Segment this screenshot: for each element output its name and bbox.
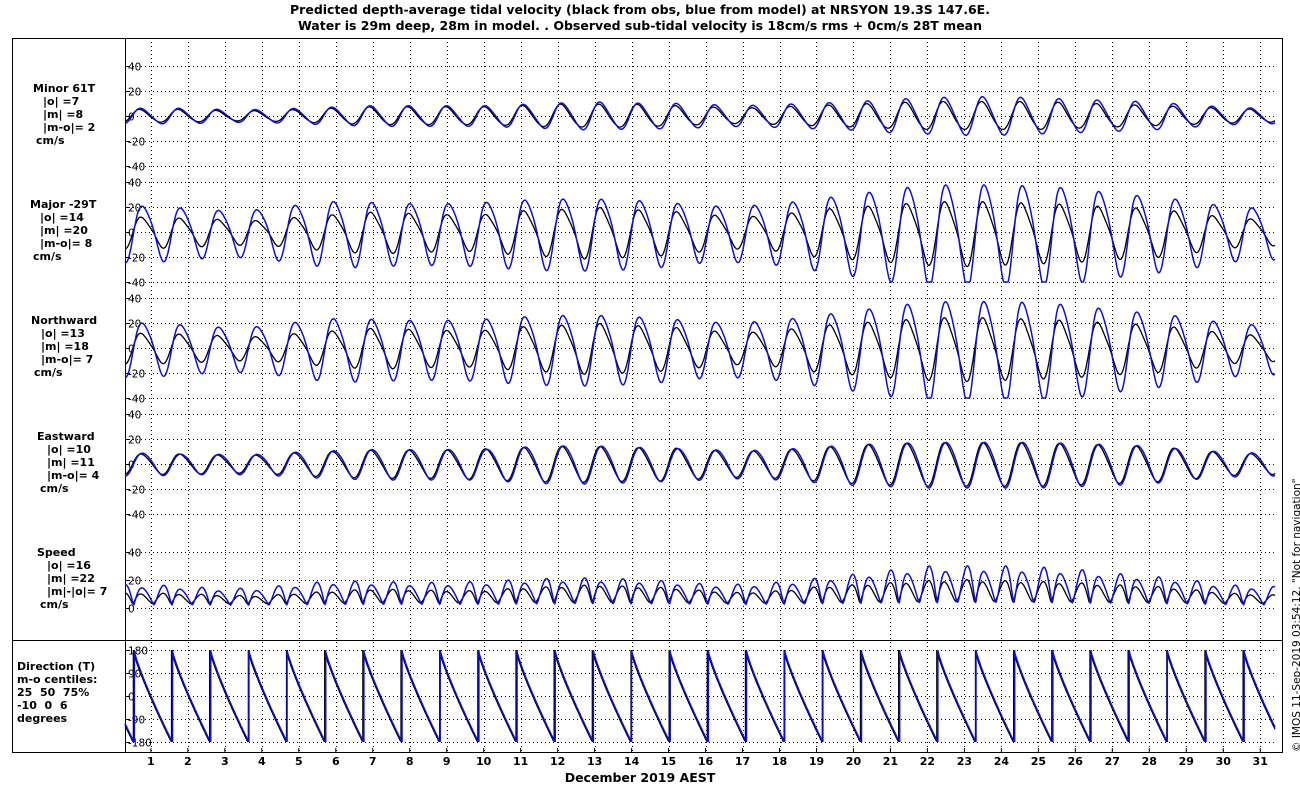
x-tick-label: 13 — [587, 755, 602, 768]
x-tick-label: 10 — [476, 755, 492, 768]
x-tick-label: 23 — [957, 755, 972, 768]
minor-model-line — [124, 95, 1276, 136]
x-tick-label: 27 — [1105, 755, 1120, 768]
y-tick-label: -20 — [128, 137, 145, 149]
x-tick-label: 15 — [661, 755, 676, 768]
y-tick-label: 40 — [128, 410, 141, 422]
x-tick-label: 1 — [147, 755, 155, 768]
x-tick-label: 31 — [1253, 755, 1268, 768]
x-tick-label: 24 — [994, 755, 1010, 768]
x-tick-label: 22 — [920, 755, 935, 768]
panel-label-line: Northward — [31, 314, 98, 327]
x-tick-label: 8 — [406, 755, 414, 768]
x-tick-label: 21 — [883, 755, 898, 768]
panel-label-minor: Minor 61T |o| =7 |m| =8 |m-o|= 2 cm/s — [33, 82, 95, 147]
panel-label-line: |m| =18 — [41, 340, 89, 353]
panel-label-line: |m-o|= 2 — [43, 121, 96, 134]
y-tick-label: -20 — [128, 485, 145, 497]
y-tick-label: -40 — [128, 394, 145, 406]
outer-frame — [12, 38, 1283, 753]
x-tick-label: 16 — [698, 755, 714, 768]
x-tick-label: 19 — [809, 755, 824, 768]
northward-model-line — [124, 300, 1276, 399]
panel-label-line: cm/s — [36, 134, 65, 147]
y-tick-label: -40 — [128, 278, 145, 290]
y-tick-label: -40 — [128, 162, 145, 174]
y-tick-label: -20 — [128, 369, 145, 381]
x-tick-label: 29 — [1179, 755, 1194, 768]
x-tick-label: 18 — [772, 755, 787, 768]
panel-label-line: |o| =14 — [40, 211, 84, 224]
y-tick-label: 40 — [128, 178, 141, 190]
x-tick-label: 2 — [184, 755, 192, 768]
panel-label-line: cm/s — [34, 366, 63, 379]
panel-label-line: |m-o|= 7 — [41, 353, 94, 366]
major-model-line — [124, 184, 1276, 283]
x-tick-label: 7 — [369, 755, 377, 768]
y-tick-label: 40 — [128, 548, 141, 560]
x-tick-label: 9 — [443, 755, 451, 768]
tidal-velocity-chart: 1 2 3 4 5 6 7 8 9 10 11 12 13 14 15 16 17 18 19 20 21 22 23 24 2… — [12, 38, 1283, 785]
panel-label-line: cm/s — [33, 250, 62, 263]
panel-label-line: |m-o|= 4 — [47, 469, 100, 482]
panel-label-line: cm/s — [40, 482, 69, 495]
y-tick-label: 40 — [128, 62, 141, 74]
y-tick-label: 20 — [128, 435, 141, 447]
x-tick-label: 3 — [221, 755, 229, 768]
panel-label-line: |o| =10 — [47, 443, 91, 456]
panel-label-direction: Direction (T) m-o centiles: 25 50 75% -10 0… — [17, 660, 97, 725]
panel-label-eastward: Eastward |o| =10 |m| =11 |m-o|= 4 cm/s — [37, 430, 99, 495]
panel-label-major: Major -29T |o| =14 |m| =20 |m-o|= 8 cm/s — [30, 198, 96, 263]
panel-label-line: m-o centiles: — [17, 673, 98, 686]
panel-label-line: |o| =7 — [43, 95, 80, 108]
panel-label-line: |o| =13 — [41, 327, 85, 340]
y-tick-label: 20 — [128, 87, 141, 99]
y-tick-label: 20 — [128, 576, 141, 588]
panel-label-line: degrees — [17, 712, 68, 725]
x-tick-label: 30 — [1216, 755, 1232, 768]
y-tick-label: 180 — [128, 646, 148, 658]
y-tick-label: -90 — [128, 715, 145, 727]
panel-label-line: |o| =16 — [47, 559, 91, 572]
x-tick-label: 17 — [735, 755, 750, 768]
x-tick-label: 5 — [295, 755, 303, 768]
panel-label-speed: Speed |o| =16 |m| =22 |m|-|o|= 7 cm/s — [37, 546, 107, 611]
northward-obs-line — [124, 317, 1276, 383]
x-tick-label: 4 — [258, 755, 266, 768]
x-tick-label: 25 — [1031, 755, 1046, 768]
x-tick-label: 12 — [550, 755, 565, 768]
y-tick-label: -20 — [128, 253, 145, 265]
panel-label-line: |m| =20 — [40, 224, 88, 237]
panel-label-line: 25 50 75% — [17, 686, 90, 699]
x-axis-label: December 2019 AEST — [565, 770, 716, 785]
copyright-note: © IMOS 11-Sep-2019 03:54:12. "Not for na… — [1291, 478, 1300, 752]
panel-label-line: Major -29T — [30, 198, 97, 211]
y-tick-label: 40 — [128, 294, 141, 306]
panel-label-line: |m|-|o|= 7 — [47, 585, 108, 598]
speed-model-line — [124, 565, 1276, 606]
panel-label-northward: Northward |o| =13 |m| =18 |m-o|= 7 cm/s — [31, 314, 97, 379]
x-tick-label: 20 — [846, 755, 862, 768]
panel-label-line: |m| =22 — [47, 572, 95, 585]
x-tick-label: 14 — [624, 755, 640, 768]
x-tick-label: 26 — [1068, 755, 1084, 768]
panel-label-line: |m-o|= 8 — [40, 237, 93, 250]
y-tick-label: -40 — [128, 510, 145, 522]
major-obs-line — [124, 200, 1276, 268]
panel-label-line: |m| =11 — [47, 456, 95, 469]
panel-label-line: |m| =8 — [43, 108, 84, 121]
panel-label-line: Eastward — [37, 430, 95, 443]
panel-label-line: Speed — [37, 546, 76, 559]
panel-label-line: -10 0 6 — [17, 699, 68, 712]
panel-label-line: Minor 61T — [33, 82, 96, 95]
panel-label-line: Direction (T) — [17, 660, 96, 673]
x-tick-label: 6 — [332, 755, 340, 768]
panel-label-line: cm/s — [40, 598, 69, 611]
x-tick-label: 11 — [513, 755, 528, 768]
x-tick-label: 28 — [1142, 755, 1157, 768]
